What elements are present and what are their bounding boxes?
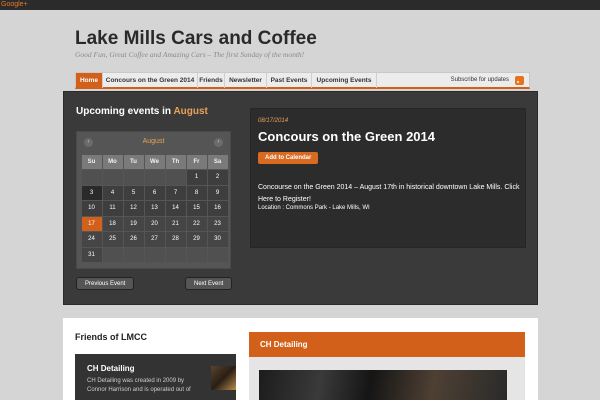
calendar-day[interactable]: 7 bbox=[165, 185, 186, 200]
calendar-weekday: Fr bbox=[186, 154, 207, 169]
event-calendar: ‹ August › Su Mo Tu We Th Fr Sa 1 2 3 4 5 6 7 8 9 10 11 12… bbox=[76, 131, 231, 269]
subscribe-link[interactable]: Subscribe for updates bbox=[451, 73, 509, 88]
calendar-weekday: We bbox=[144, 154, 165, 169]
calendar-day[interactable]: 2 bbox=[207, 170, 228, 185]
calendar-month-label: August bbox=[142, 138, 165, 145]
calendar-day[interactable]: 20 bbox=[144, 216, 165, 231]
google-plus-link[interactable]: Google+ bbox=[1, 0, 28, 10]
calendar-empty-cell bbox=[207, 247, 228, 262]
calendar-day[interactable]: 1 bbox=[186, 170, 207, 185]
calendar-empty-cell bbox=[186, 247, 207, 262]
upcoming-events-heading: Upcoming events in August bbox=[76, 106, 208, 117]
nav-item-past-events[interactable]: Past Events bbox=[267, 73, 312, 88]
calendar-day[interactable]: 18 bbox=[102, 216, 123, 231]
friend-thumbnail[interactable] bbox=[211, 366, 236, 390]
calendar-week-row: 24 25 26 27 28 29 30 bbox=[81, 232, 228, 248]
calendar-day[interactable]: 5 bbox=[123, 185, 144, 200]
calendar-day[interactable]: 9 bbox=[207, 185, 228, 200]
calendar-day[interactable]: 28 bbox=[165, 232, 186, 247]
calendar-empty-cell bbox=[144, 247, 165, 262]
calendar-day[interactable]: 8 bbox=[186, 185, 207, 200]
calendar-empty-cell bbox=[102, 170, 123, 185]
add-to-calendar-button[interactable]: Add to Calendar bbox=[258, 152, 319, 164]
rss-icon[interactable] bbox=[515, 76, 524, 85]
calendar-day[interactable]: 4 bbox=[102, 185, 123, 200]
calendar-day[interactable]: 21 bbox=[165, 216, 186, 231]
ch-detailing-image[interactable] bbox=[259, 370, 507, 400]
event-title[interactable]: Concours on the Green 2014 bbox=[258, 129, 435, 144]
calendar-day[interactable]: 30 bbox=[207, 232, 228, 247]
calendar-week-row: 3456789 bbox=[81, 185, 228, 201]
calendar-day[interactable]: 29 bbox=[186, 232, 207, 247]
calendar-day[interactable]: 6 bbox=[144, 185, 165, 200]
main-nav: Home Concours on the Green 2014 Friends … bbox=[75, 72, 530, 89]
calendar-weekday: Sa bbox=[207, 154, 228, 169]
next-event-button[interactable]: Next Event bbox=[185, 277, 233, 290]
ch-detailing-panel: CH Detailing bbox=[249, 332, 525, 400]
calendar-week-row: 12 bbox=[81, 170, 228, 186]
site-tagline: Good Fun, Great Coffee and Amazing Cars … bbox=[75, 50, 305, 59]
calendar-day[interactable]: 25 bbox=[102, 232, 123, 247]
event-location: Location : Commons Park - Lake Mills, WI bbox=[258, 205, 370, 211]
calendar-day[interactable]: 11 bbox=[102, 201, 123, 216]
event-date: 08/17/2014 bbox=[258, 118, 289, 124]
friend-card: CH Detailing CH Detailing was created in… bbox=[75, 354, 236, 400]
calendar-day[interactable]: 10 bbox=[81, 201, 102, 216]
calendar-empty-cell bbox=[165, 170, 186, 185]
friend-name[interactable]: CH Detailing bbox=[87, 364, 135, 373]
chevron-right-icon[interactable]: › bbox=[214, 138, 223, 147]
calendar-weekday: Th bbox=[165, 154, 186, 169]
nav-item-home[interactable]: Home bbox=[76, 73, 103, 88]
calendar-day[interactable]: 14 bbox=[165, 201, 186, 216]
calendar-day[interactable]: 27 bbox=[144, 232, 165, 247]
calendar-empty-cell bbox=[123, 247, 144, 262]
calendar-empty-cell bbox=[144, 170, 165, 185]
calendar-day[interactable]: 12 bbox=[123, 201, 144, 216]
ch-detailing-title[interactable]: CH Detailing bbox=[260, 340, 308, 349]
calendar-day[interactable]: 24 bbox=[81, 232, 102, 247]
calendar-weekday: Mo bbox=[102, 154, 123, 169]
calendar-day[interactable]: 15 bbox=[186, 201, 207, 216]
upcoming-title-prefix: Upcoming events in bbox=[76, 106, 172, 117]
friend-description: CH Detailing was created in 2009 by Conn… bbox=[87, 378, 191, 393]
site-title[interactable]: Lake Mills Cars and Coffee bbox=[75, 28, 317, 50]
calendar-empty-cell bbox=[102, 247, 123, 262]
calendar-day[interactable]: 19 bbox=[123, 216, 144, 231]
calendar-weekday-row: Su Mo Tu We Th Fr Sa bbox=[81, 154, 228, 170]
calendar-weekday: Tu bbox=[123, 154, 144, 169]
calendar-empty-cell bbox=[165, 247, 186, 262]
calendar-day[interactable]: 16 bbox=[207, 201, 228, 216]
nav-item-upcoming-events[interactable]: Upcoming Events bbox=[312, 73, 377, 88]
calendar-week-row: 31 bbox=[81, 247, 228, 263]
calendar-day[interactable]: 31 bbox=[81, 247, 102, 262]
calendar-day[interactable]: 3 bbox=[81, 185, 102, 200]
calendar-week-row: 10 11 12 13 14 15 16 bbox=[81, 201, 228, 217]
content-area: Friends of LMCC CH Detailing CH Detailin… bbox=[63, 318, 538, 400]
calendar-empty-cell bbox=[123, 170, 144, 185]
nav-item-newsletter[interactable]: Newsletter bbox=[225, 73, 267, 88]
top-bar: Google+ bbox=[0, 0, 600, 10]
calendar-grid: Su Mo Tu We Th Fr Sa 1 2 3 4 5 6 7 8 9 10 11 12 13 14 15 16 17 1… bbox=[81, 154, 228, 263]
calendar-day[interactable]: 17 bbox=[81, 216, 102, 231]
event-description: Concourse on the Green 2014 – August 17t… bbox=[258, 184, 520, 203]
friends-heading: Friends of LMCC bbox=[75, 332, 147, 342]
calendar-weekday: Su bbox=[81, 154, 102, 169]
event-card: 08/17/2014 Concours on the Green 2014 Ad… bbox=[250, 108, 526, 248]
upcoming-title-month: August bbox=[173, 106, 208, 117]
ch-detailing-header: CH Detailing bbox=[249, 332, 525, 357]
featured-events: Upcoming events in August ‹ August › Su M… bbox=[63, 91, 538, 305]
calendar-day[interactable]: 26 bbox=[123, 232, 144, 247]
nav-item-concours[interactable]: Concours on the Green 2014 bbox=[103, 73, 198, 88]
calendar-day[interactable]: 13 bbox=[144, 201, 165, 216]
calendar-day[interactable]: 23 bbox=[207, 216, 228, 231]
previous-event-button[interactable]: Previous Event bbox=[76, 277, 135, 290]
calendar-empty-cell bbox=[81, 170, 102, 185]
nav-item-friends[interactable]: Friends bbox=[198, 73, 225, 88]
calendar-week-row: 17 18 19 20 21 22 23 bbox=[81, 216, 228, 232]
calendar-day[interactable]: 22 bbox=[186, 216, 207, 231]
